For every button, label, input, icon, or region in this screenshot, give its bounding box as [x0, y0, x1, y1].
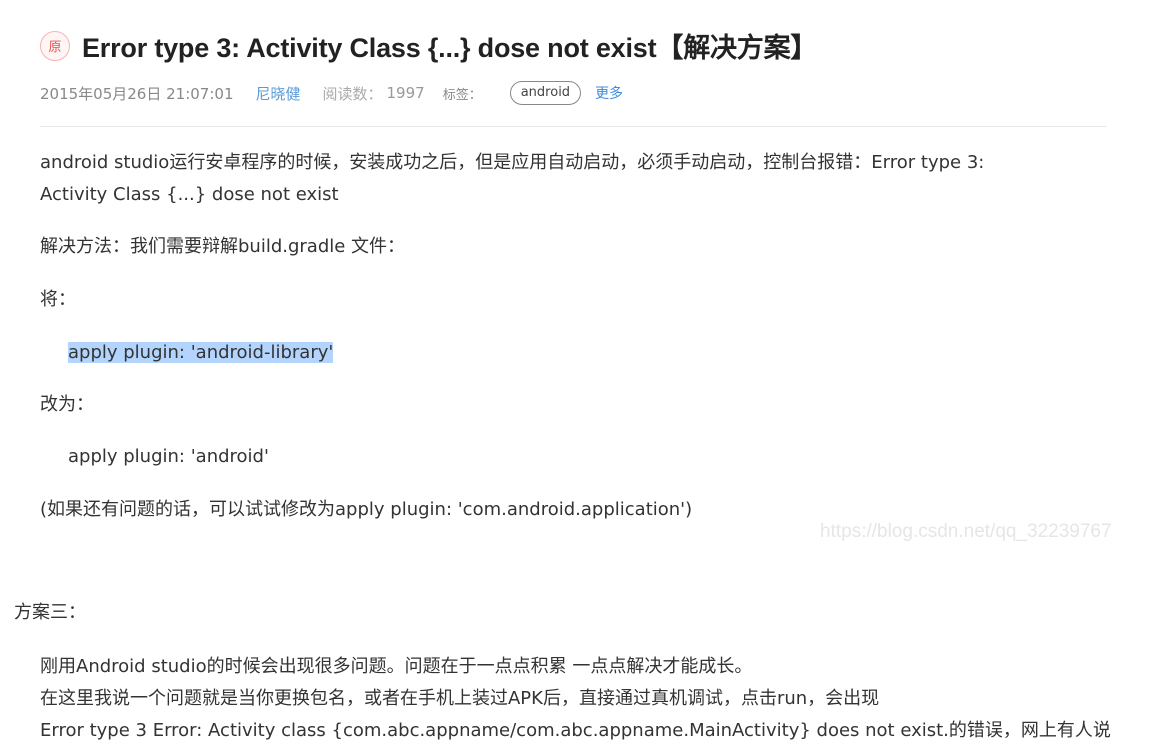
paragraph-intro-line1: android studio运行安卓程序的时候，安装成功之后，但是应用自动启动，…: [40, 152, 985, 173]
read-count-label: 阅读数：: [322, 84, 383, 103]
original-badge: 原: [40, 30, 70, 61]
paragraph-intro-line2: Activity Class {...} dose not exist: [40, 184, 339, 205]
title-row: 原 Error type 3: Activity Class {...} dos…: [40, 26, 817, 65]
paragraph-replace-to: 改为：: [40, 394, 94, 415]
read-count-value: 1997: [386, 84, 425, 102]
code-line-new: apply plugin: 'android': [68, 446, 269, 467]
article: 原 Error type 3: Activity Class {...} dos…: [0, 0, 1171, 741]
section-3-line3: Error type 3 Error: Activity class {com.…: [40, 720, 1111, 741]
publish-date: 2015年05月26日 21:07:01: [40, 84, 234, 103]
tag-android[interactable]: android: [509, 81, 582, 105]
divider: [40, 126, 1106, 127]
article-meta: 2015年05月26日 21:07:01 尼晓健 阅读数： 1997 标签： a…: [40, 81, 623, 105]
paragraph-solution: 解决方法：我们需要辩解build.gradle 文件：: [40, 236, 406, 257]
watermark: https://blog.csdn.net/qq_32239767: [820, 521, 1112, 542]
paragraph-alternative: (如果还有问题的话，可以试试修改为apply plugin: 'com.andr…: [40, 499, 693, 520]
tags-label: 标签：: [442, 87, 482, 103]
code-line-old: apply plugin: 'android-library': [68, 337, 334, 369]
section-3-line1: 刚用Android studio的时候会出现很多问题。问题在于一点点积累 一点点…: [40, 656, 753, 677]
author-link[interactable]: 尼晓健: [255, 83, 300, 104]
section-3-line2: 在这里我说一个问题就是当你更换包名，或者在手机上装过APK后，直接通过真机调试，…: [40, 688, 880, 709]
selected-text: apply plugin: 'android-library': [68, 342, 334, 363]
section-3-heading: 方案三：: [14, 602, 86, 623]
paragraph-replace-from: 将：: [40, 289, 76, 310]
more-tags-link[interactable]: 更多: [595, 83, 623, 103]
page-title: Error type 3: Activity Class {...} dose …: [82, 33, 818, 63]
